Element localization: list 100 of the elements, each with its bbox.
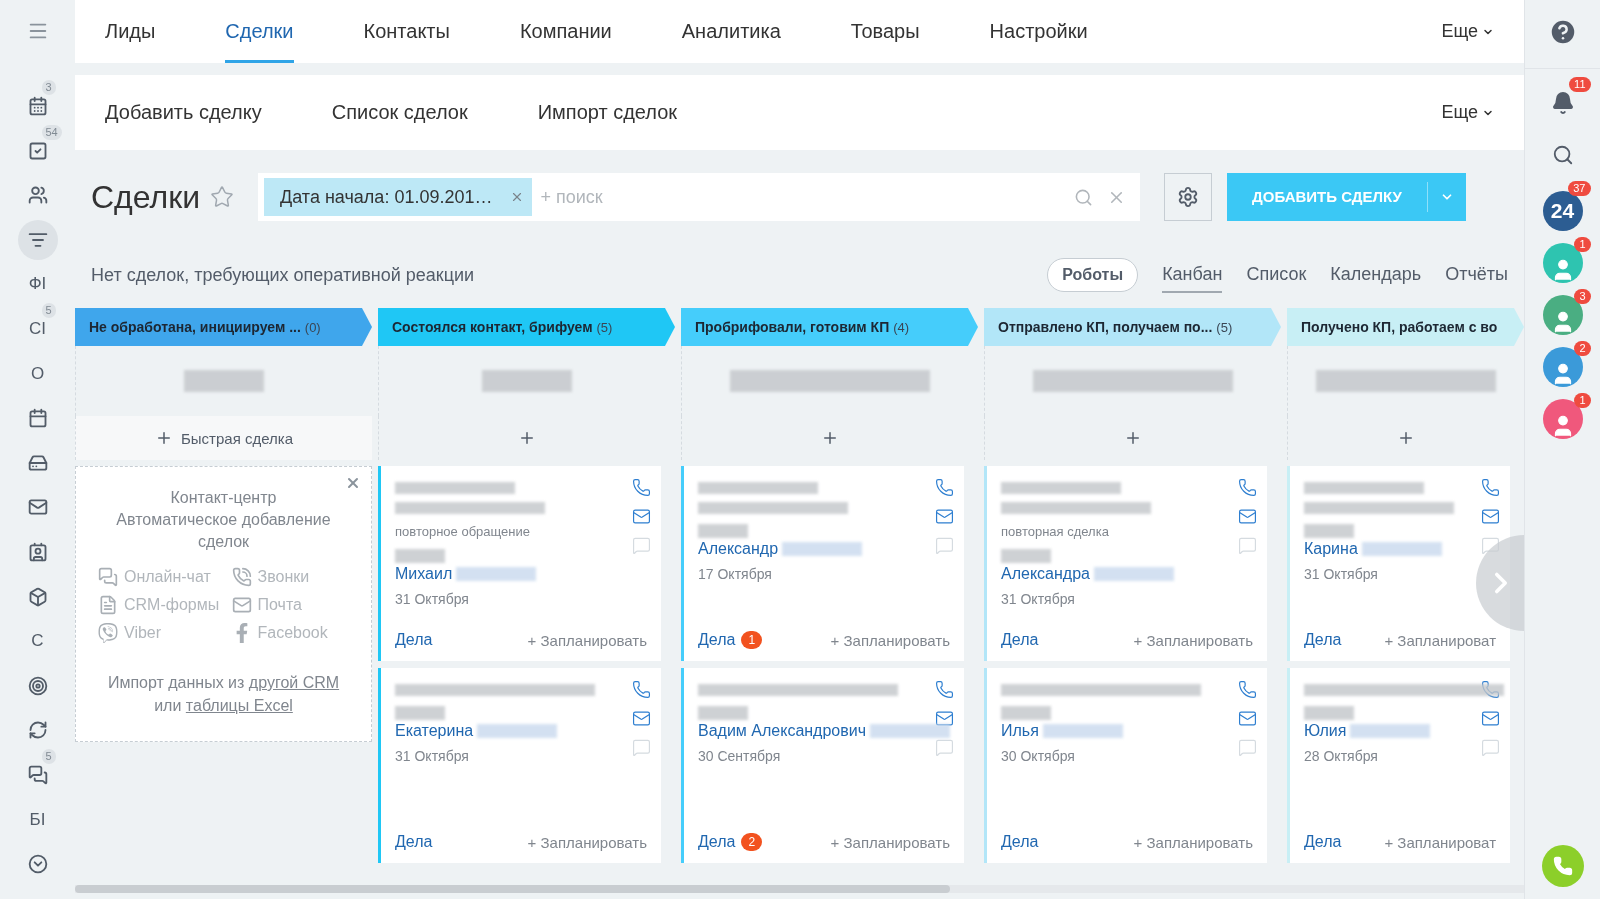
mail-icon[interactable] — [27, 497, 48, 518]
tasks-link[interactable]: Дела — [395, 631, 433, 649]
tray-icon[interactable] — [27, 452, 48, 473]
sidebar-item[interactable]: БІ — [29, 809, 46, 830]
subnav-link[interactable]: Список сделок — [331, 101, 468, 124]
checkbox-icon[interactable] — [27, 140, 48, 161]
subnav-link[interactable]: Импорт сделок — [537, 101, 678, 124]
contact-link[interactable]: Александра — [1001, 565, 1090, 583]
close-icon[interactable] — [345, 475, 361, 491]
contact-link[interactable]: Екатерина — [395, 722, 474, 740]
more-menu[interactable]: Еще — [1441, 102, 1494, 123]
plan-link[interactable]: + Запланировать — [1133, 833, 1257, 851]
mail-icon[interactable] — [1481, 709, 1500, 728]
mail-icon[interactable] — [935, 507, 954, 526]
robots-button[interactable]: Роботы — [1047, 258, 1139, 292]
contact-link[interactable]: Илья — [1001, 722, 1039, 740]
app-logo[interactable]: 24 — [1542, 191, 1583, 231]
nav-tab[interactable]: Компании — [519, 0, 612, 63]
tasks-link[interactable]: Дела — [698, 833, 736, 851]
nav-tab[interactable]: Настройки — [989, 0, 1088, 63]
mail-icon[interactable] — [1238, 507, 1257, 526]
filter-tag[interactable]: Дата начала: 01.09.201… — [264, 178, 533, 216]
stage-header[interactable]: Отправлено КП, получаем по... (5) — [984, 308, 1281, 346]
nav-tab[interactable]: Аналитика — [681, 0, 781, 63]
mail-icon[interactable] — [1481, 507, 1500, 526]
plus-icon[interactable] — [518, 429, 536, 447]
subnav-link[interactable]: Добавить сделку — [105, 101, 262, 124]
view-tab[interactable]: Список — [1246, 257, 1307, 293]
plus-icon[interactable] — [821, 429, 839, 447]
more-menu[interactable]: Еще — [1441, 0, 1494, 63]
phone-icon[interactable] — [935, 680, 954, 699]
deal-card[interactable]: Вадим Александрович 30 Сентября Дела 2 + Запланировать — [681, 668, 964, 863]
deal-card[interactable]: повторное обращение Михаил 31 Октября Дела + Запланировать — [378, 466, 661, 661]
quick-deal-button[interactable]: Быстрая сделка — [75, 416, 372, 460]
plan-link[interactable]: + Запланироват — [1384, 631, 1500, 649]
people-icon[interactable] — [27, 185, 48, 206]
stage-header[interactable]: Не обработана, инициируем ... (0) — [75, 308, 372, 346]
crm-import-link[interactable]: другой CRM — [248, 674, 340, 691]
calendar-icon[interactable] — [27, 408, 48, 429]
plus-icon[interactable] — [1124, 429, 1142, 447]
tasks-link[interactable]: Дела — [1001, 631, 1039, 649]
nav-tab[interactable]: Сделки — [225, 0, 294, 63]
deal-card[interactable]: Екатерина 31 Октября Дела + Запланировать — [378, 668, 661, 863]
contact-card-icon[interactable] — [27, 541, 48, 562]
deal-card[interactable]: Юлия 28 Октября Дела + Запланироват — [1287, 668, 1510, 863]
chevron-down-icon[interactable] — [27, 854, 48, 875]
plan-link[interactable]: + Запланировать — [830, 631, 954, 649]
deal-card[interactable]: повторная сделка Александра 31 Октября Дела + Запланировать — [984, 466, 1267, 661]
phone-icon[interactable] — [1481, 478, 1500, 497]
deal-card[interactable]: Александр 17 Октября Дела 1 + Запланировать — [681, 466, 964, 661]
phone-icon[interactable] — [1238, 478, 1257, 497]
stage-header[interactable]: Получено КП, работаем с во — [1287, 308, 1524, 346]
plus-icon[interactable] — [1397, 429, 1415, 447]
search-field[interactable]: Дата начала: 01.09.201… + поиск — [258, 173, 1141, 221]
star-icon[interactable] — [210, 185, 235, 209]
plan-link[interactable]: + Запланироват — [1384, 833, 1500, 851]
sync-icon[interactable] — [27, 720, 48, 741]
nav-tab[interactable]: Товары — [850, 0, 920, 63]
calendar-list-icon[interactable] — [27, 96, 48, 116]
tasks-link[interactable]: Дела — [698, 631, 736, 649]
bell-icon[interactable] — [1550, 91, 1575, 115]
phone-icon[interactable] — [1238, 680, 1257, 699]
excel-import-link[interactable]: таблицы Excel — [185, 697, 293, 714]
target-icon[interactable] — [27, 675, 48, 696]
stage-header[interactable]: Пробрифовали, готовим КП (4) — [681, 308, 978, 346]
contact-link[interactable]: Карина — [1304, 540, 1358, 558]
plan-link[interactable]: + Запланировать — [1133, 631, 1257, 649]
search-icon[interactable] — [1551, 144, 1574, 166]
contact-link[interactable]: Вадим Александрович — [698, 722, 866, 740]
contact-link[interactable]: Михаил — [395, 565, 453, 583]
plan-link[interactable]: + Запланировать — [830, 833, 954, 851]
horizontal-scrollbar[interactable] — [75, 885, 1524, 893]
nav-tab[interactable]: Лиды — [105, 0, 156, 63]
phone-icon[interactable] — [632, 478, 651, 497]
nav-tab[interactable]: Контакты — [363, 0, 450, 63]
plan-link[interactable]: + Запланировать — [527, 631, 651, 649]
mail-icon[interactable] — [632, 709, 651, 728]
mail-icon[interactable] — [632, 507, 651, 526]
phone-icon[interactable] — [1481, 680, 1500, 699]
phone-icon[interactable] — [935, 478, 954, 497]
sidebar-item[interactable]: ФІ — [28, 274, 47, 295]
view-tab[interactable]: Отчёты — [1445, 257, 1508, 293]
view-tab[interactable]: Канбан — [1162, 257, 1223, 293]
phone-icon[interactable] — [632, 680, 651, 699]
sidebar-item[interactable]: С — [31, 631, 44, 652]
plan-link[interactable]: + Запланировать — [527, 833, 651, 851]
tasks-link[interactable]: Дела — [1304, 631, 1342, 649]
stage-header[interactable]: Состоялся контакт, брифуем (5) — [378, 308, 675, 346]
sidebar-item[interactable]: О — [30, 363, 45, 384]
deal-card[interactable]: Карина 31 Октября Дела + Запланироват — [1287, 466, 1510, 661]
tasks-link[interactable]: Дела — [1001, 833, 1039, 851]
contact-link[interactable]: Юлия — [1304, 722, 1347, 740]
tasks-link[interactable]: Дела — [1304, 833, 1342, 851]
chat-icon[interactable] — [27, 764, 48, 785]
mail-icon[interactable] — [1238, 709, 1257, 728]
sidebar-item[interactable]: СІ — [29, 318, 46, 339]
settings-button[interactable] — [1164, 173, 1213, 221]
view-tab[interactable]: Календарь — [1330, 257, 1422, 293]
mail-icon[interactable] — [935, 709, 954, 728]
deal-card[interactable]: Илья 30 Октября Дела + Запланировать — [984, 668, 1267, 863]
